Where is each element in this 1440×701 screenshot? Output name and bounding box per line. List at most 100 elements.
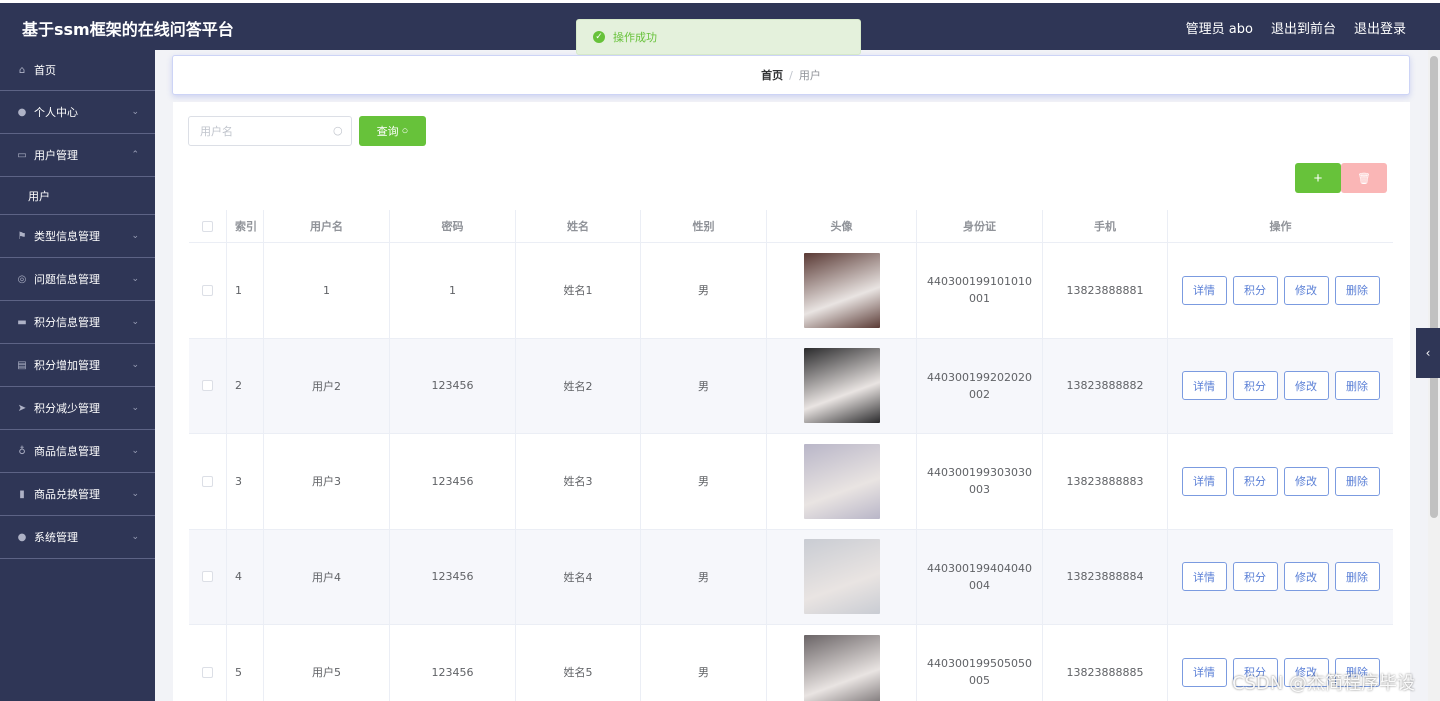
page-scrollbar-thumb[interactable] [1430, 56, 1438, 518]
microphone-icon: ♁ [18, 445, 26, 457]
avatar[interactable] [803, 443, 880, 519]
id-card-text: 440300199101010001 [927, 275, 1032, 306]
points-button[interactable]: 积分 [1232, 275, 1278, 305]
cell-name: 姓名5 [516, 625, 641, 701]
delete-button[interactable]: 删除 [1334, 371, 1380, 401]
sidebar-item-label: 系统管理 [34, 531, 78, 544]
cell-phone: 13823888881 [1043, 243, 1168, 338]
delete-button[interactable]: 删除 [1334, 275, 1380, 305]
user-icon: ● [17, 531, 27, 543]
cell-phone: 13823888882 [1043, 338, 1168, 433]
cell-index: 2 [227, 338, 264, 433]
points-button[interactable]: 积分 [1232, 466, 1278, 496]
header-phone: 手机 [1043, 210, 1168, 242]
row-checkbox[interactable] [202, 571, 213, 583]
document-icon: ▤ [17, 359, 27, 371]
collapse-panel-handle[interactable]: ‹ [1416, 328, 1440, 378]
row-select-cell [189, 434, 227, 529]
cell-gender: 男 [641, 338, 767, 433]
breadcrumb-home[interactable]: 首页 [761, 67, 783, 83]
row-checkbox[interactable] [202, 475, 213, 487]
sidebar-item-system[interactable]: ● 系统管理 ⌄ [0, 516, 155, 559]
delete-button[interactable]: 删除 [1334, 562, 1380, 592]
points-button[interactable]: 积分 [1232, 562, 1278, 592]
query-button-label: 查询 [376, 126, 399, 138]
cell-gender: 男 [641, 434, 767, 529]
edit-button[interactable]: 修改 [1283, 371, 1329, 401]
add-button[interactable]: + [1295, 163, 1341, 193]
sidebar-item-goods-exchange[interactable]: ▮ 商品兑换管理 ⌄ [0, 473, 155, 516]
sidebar-item-label: 个人中心 [34, 106, 78, 119]
send-icon: ➤ [17, 402, 27, 414]
edit-button[interactable]: 修改 [1283, 275, 1329, 305]
globe-icon: ◎ [17, 273, 27, 285]
cell-username: 1 [264, 243, 390, 338]
briefcase-icon: ▬ [17, 316, 27, 328]
row-checkbox[interactable] [202, 284, 213, 296]
chevron-down-icon: ⌄ [131, 317, 139, 327]
avatar[interactable] [803, 252, 880, 328]
points-button[interactable]: 积分 [1232, 371, 1278, 401]
header-index: 索引 [227, 210, 264, 242]
sidebar-item-type-info[interactable]: ⚑ 类型信息管理 ⌄ [0, 215, 155, 258]
sidebar-item-label: 商品信息管理 [34, 445, 100, 458]
row-checkbox[interactable] [202, 666, 213, 678]
query-button[interactable]: 查询 ○ [359, 116, 426, 146]
cell-password: 123456 [390, 625, 516, 701]
cell-gender: 男 [641, 625, 767, 701]
chevron-down-icon: ⌄ [131, 532, 139, 542]
header-password: 密码 [390, 210, 516, 242]
sidebar-item-question-info[interactable]: ◎ 问题信息管理 ⌄ [0, 258, 155, 301]
check-circle-icon: ✓ [593, 31, 605, 43]
cell-index: 4 [227, 529, 264, 624]
cell-actions: 详情 积分 修改 删除 [1168, 243, 1393, 338]
sidebar-item-label: 用户管理 [34, 149, 78, 162]
sidebar-item-home[interactable]: ⌂ 首页 [0, 50, 155, 91]
chat-icon: ▭ [17, 149, 27, 161]
row-checkbox[interactable] [202, 380, 213, 392]
detail-button[interactable]: 详情 [1181, 466, 1227, 496]
header-avatar: 头像 [767, 210, 917, 242]
detail-button[interactable]: 详情 [1181, 562, 1227, 592]
sidebar-item-label: 积分增加管理 [34, 359, 100, 372]
chevron-down-icon: ⌄ [131, 446, 139, 456]
edit-button[interactable]: 修改 [1283, 562, 1329, 592]
avatar[interactable] [803, 539, 880, 615]
cell-avatar [767, 434, 917, 529]
detail-button[interactable]: 详情 [1181, 275, 1227, 305]
cell-actions: 详情 积分 修改 删除 [1168, 530, 1393, 625]
logout-link[interactable]: 退出登录 [1354, 18, 1406, 37]
chevron-down-icon: ⌄ [131, 231, 139, 241]
sidebar-item-points-info[interactable]: ▬ 积分信息管理 ⌄ [0, 301, 155, 344]
edit-button[interactable]: 修改 [1283, 466, 1329, 496]
detail-button[interactable]: 详情 [1181, 371, 1227, 401]
home-icon: ⌂ [18, 64, 26, 76]
cell-password: 123456 [390, 529, 516, 624]
cell-id-card: 440300199101010001 [917, 243, 1043, 338]
sidebar-item-goods-info[interactable]: ♁ 商品信息管理 ⌄ [0, 430, 155, 473]
table-row: 5 用户5 123456 姓名5 男 440300199505050005 13… [189, 625, 1393, 701]
batch-delete-button[interactable]: 🗑 [1341, 163, 1387, 193]
cell-id-card: 440300199404040004 [917, 529, 1043, 624]
sidebar-item-points-reduce[interactable]: ➤ 积分减少管理 ⌄ [0, 387, 155, 430]
avatar[interactable] [803, 348, 880, 424]
cell-index: 5 [227, 625, 264, 701]
sidebar-subitem-user[interactable]: 用户 [0, 177, 155, 215]
front-page-link[interactable]: 退出到前台 [1271, 18, 1336, 37]
avatar[interactable] [803, 634, 880, 701]
cell-index: 3 [227, 434, 264, 529]
cell-phone: 13823888884 [1043, 529, 1168, 624]
select-all-checkbox[interactable] [202, 220, 213, 232]
row-select-cell [189, 529, 227, 624]
delete-button[interactable]: 删除 [1334, 466, 1380, 496]
username-search-input[interactable] [188, 116, 352, 146]
cell-gender: 男 [641, 243, 767, 338]
cell-name: 姓名1 [516, 243, 641, 338]
sidebar-item-user-management[interactable]: ▭ 用户管理 ⌃ [0, 134, 155, 177]
chevron-down-icon: ⌄ [131, 403, 139, 413]
sidebar-item-points-add[interactable]: ▤ 积分增加管理 ⌄ [0, 344, 155, 387]
cell-actions: 详情 积分 修改 删除 [1168, 434, 1393, 529]
cell-actions: 详情 积分 修改 删除 [1168, 339, 1393, 434]
sidebar-item-personal-center[interactable]: ● 个人中心 ⌄ [0, 91, 155, 134]
detail-button[interactable]: 详情 [1181, 657, 1227, 687]
